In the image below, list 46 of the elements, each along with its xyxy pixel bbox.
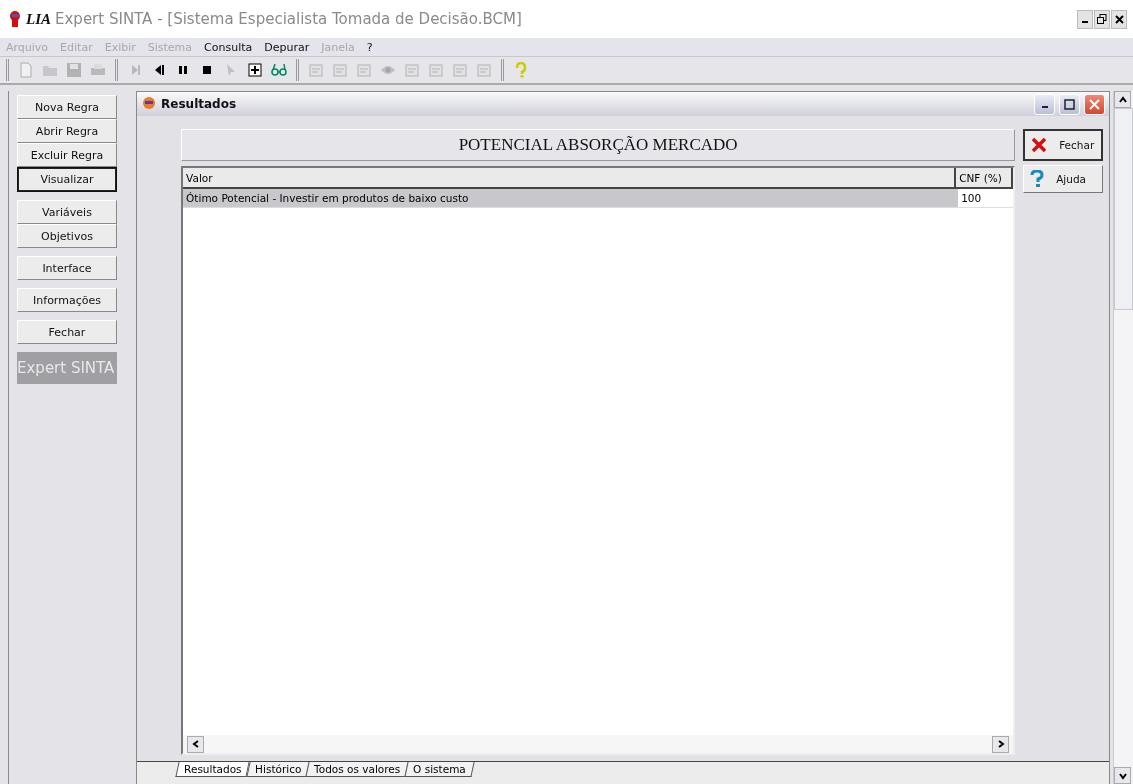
help-button[interactable]: Ajuda (1023, 165, 1104, 193)
tab[interactable]: Resultados (175, 762, 251, 777)
scroll-left-button[interactable] (187, 735, 205, 753)
app-icon (141, 96, 158, 112)
scroll-up-button[interactable] (1114, 91, 1132, 108)
scroll-right-button[interactable] (992, 735, 1010, 753)
menu-item[interactable]: Consulta (204, 40, 253, 54)
close-icon (1089, 98, 1101, 110)
plus-box-icon[interactable] (247, 62, 263, 78)
heading: POTENCIAL ABSORÇÃO MERCADO (181, 129, 1016, 161)
close-icon (1114, 14, 1124, 24)
close-button[interactable] (1111, 9, 1127, 29)
maximize-icon (1064, 98, 1076, 110)
sidebar-button[interactable]: Visualizar (17, 167, 117, 192)
window-title: Resultados (161, 97, 238, 111)
tab[interactable]: Histórico (245, 762, 310, 777)
restore-icon (1097, 14, 1107, 24)
column-header[interactable]: CNF (%) (956, 168, 1014, 189)
glasses-icon[interactable] (271, 62, 287, 78)
table-cell: Ótimo Potencial - Investir em produtos de baixo custo (183, 189, 959, 208)
column-header[interactable]: Valor (183, 168, 957, 189)
menu-item[interactable]: ? (366, 40, 373, 54)
close-button[interactable]: Fechar (1023, 129, 1104, 161)
tab[interactable]: O sistema (404, 762, 475, 777)
sidebar-button[interactable]: Objetivos (17, 224, 117, 248)
scroll-thumb[interactable] (1114, 108, 1133, 310)
help-icon[interactable] (513, 62, 529, 78)
app-icon (8, 10, 22, 28)
close-icon (1031, 137, 1048, 153)
restore-button[interactable] (1094, 9, 1110, 29)
sidebar-button[interactable]: Interface (17, 256, 117, 280)
brand-name: LIA (26, 10, 51, 28)
help-icon (1030, 170, 1045, 188)
tab[interactable]: Todos os valores (305, 762, 409, 777)
sidebar-button[interactable]: Abrir Regra (17, 119, 117, 143)
scroll-down-button[interactable] (1114, 767, 1132, 784)
logo-label: Expert SINTA (17, 352, 117, 384)
sidebar-button[interactable]: Fechar (17, 320, 117, 344)
sidebar-button[interactable]: Excluir Regra (17, 143, 117, 167)
minimize-button[interactable] (1077, 9, 1093, 29)
sidebar-button[interactable]: Variáveis (17, 200, 117, 224)
sidebar-button[interactable]: Informações (17, 288, 117, 312)
window-title: Expert SINTA - [Sistema Especialista Tomada de Decisão.BCM] (55, 10, 523, 28)
menu-item[interactable]: Depurar (264, 40, 310, 54)
maximize-button[interactable] (1059, 93, 1081, 115)
sidebar-button[interactable]: Nova Regra (17, 95, 117, 119)
